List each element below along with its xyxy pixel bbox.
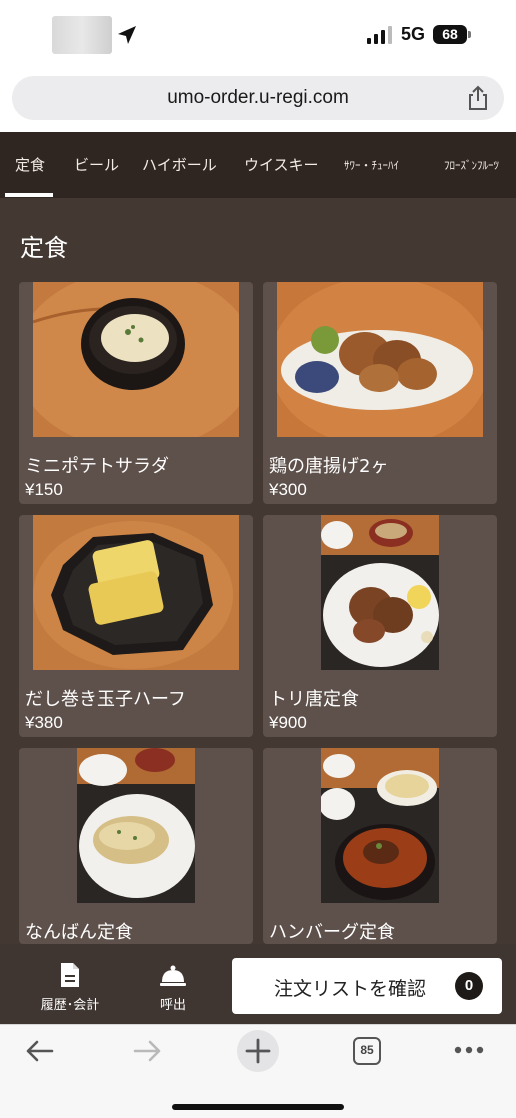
- potato-salad-photo: [33, 282, 239, 437]
- tab-teishoku[interactable]: 定食: [15, 154, 45, 175]
- browser-address-area: umo-order.u-regi.com: [0, 68, 516, 132]
- menu-card[interactable]: 鶏の唐揚げ2ヶ ¥300: [263, 282, 497, 504]
- signal-icon: [367, 26, 392, 44]
- tab-sour-chuhai[interactable]: ｻﾜｰ・ﾁｭｰﾊｲ: [344, 157, 399, 173]
- item-name: だし巻き玉子ハーフ: [25, 689, 186, 710]
- item-name: ミニポテトサラダ: [25, 456, 169, 477]
- url-text: umo-order.u-regi.com: [167, 87, 349, 108]
- karaage-photo: [277, 282, 483, 437]
- menu-card[interactable]: なんばん定食: [19, 748, 253, 944]
- tab-frozen-fruits[interactable]: ﾌﾛｰｽﾞﾝﾌﾙｰﾂ: [444, 157, 499, 173]
- home-indicator: [172, 1104, 344, 1110]
- browser-toolbar: 85: [0, 1024, 516, 1118]
- network-type: 5G: [401, 24, 426, 44]
- call-staff-label: 呼出: [159, 998, 186, 1013]
- tori-kara-teishoku-photo: [321, 515, 439, 670]
- item-price: ¥380: [25, 713, 63, 732]
- forward-arrow-icon[interactable]: [133, 1039, 163, 1063]
- tab-highball[interactable]: ハイボール: [142, 154, 217, 175]
- call-staff-button[interactable]: 呼出: [148, 964, 198, 1013]
- share-icon[interactable]: [464, 84, 492, 112]
- item-name: ハンバーグ定食: [269, 922, 395, 943]
- status-bar: 5G 68: [0, 0, 516, 68]
- order-list-button[interactable]: 注文リストを確認 0: [232, 958, 502, 1014]
- menu-content: 定食 ミニポテトサラダ ¥150 鶏の唐揚げ2ヶ ¥300 だし巻き玉子ハーフ …: [0, 198, 516, 944]
- order-count-badge: 0: [455, 972, 483, 1000]
- address-bar[interactable]: umo-order.u-regi.com: [12, 76, 504, 120]
- receipt-icon: [61, 963, 79, 987]
- nanban-teishoku-photo: [77, 748, 195, 903]
- item-price: ¥900: [269, 713, 307, 732]
- back-arrow-icon[interactable]: [24, 1039, 54, 1063]
- item-price: ¥150: [25, 480, 63, 499]
- category-tabs: 定食 ビール ハイボール ウイスキー ｻﾜｰ・ﾁｭｰﾊｲ ﾌﾛｰｽﾞﾝﾌﾙｰﾂ: [0, 132, 516, 198]
- history-checkout-button[interactable]: 履歴･会計: [28, 962, 112, 1013]
- battery-tip: [468, 31, 471, 38]
- menu-card[interactable]: ハンバーグ定食: [263, 748, 497, 944]
- action-bar: 履歴･会計 呼出 注文リストを確認 0: [0, 944, 516, 1024]
- battery-icon: 68: [433, 25, 467, 44]
- tab-whisky[interactable]: ウイスキー: [244, 154, 319, 175]
- order-list-label: 注文リストを確認: [274, 978, 427, 1000]
- menu-card[interactable]: だし巻き玉子ハーフ ¥380: [19, 515, 253, 737]
- dashimaki-photo: [33, 515, 239, 670]
- new-tab-plus-icon[interactable]: [236, 1029, 280, 1073]
- item-name: 鶏の唐揚げ2ヶ: [269, 456, 389, 477]
- service-bell-icon: [160, 965, 186, 986]
- item-price: ¥300: [269, 480, 307, 499]
- tab-switcher-button[interactable]: 85: [353, 1037, 381, 1065]
- history-checkout-label: 履歴･会計: [40, 998, 100, 1013]
- tab-beer[interactable]: ビール: [74, 154, 119, 175]
- blurred-time: [52, 16, 112, 54]
- item-name: トリ唐定食: [269, 689, 359, 710]
- section-title: 定食: [20, 234, 68, 262]
- active-tab-indicator: [5, 193, 53, 197]
- item-name: なんばん定食: [25, 922, 133, 943]
- more-options-icon[interactable]: [453, 1045, 485, 1055]
- hamburg-teishoku-photo: [321, 748, 439, 903]
- menu-card[interactable]: ミニポテトサラダ ¥150: [19, 282, 253, 504]
- menu-card[interactable]: トリ唐定食 ¥900: [263, 515, 497, 737]
- location-arrow-icon: [118, 26, 136, 44]
